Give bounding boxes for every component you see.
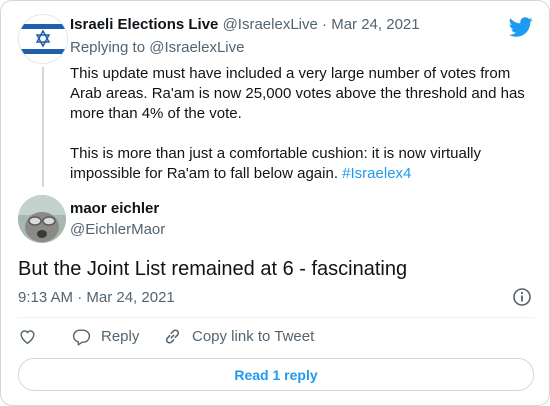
like-button[interactable] <box>18 327 37 346</box>
main-author-avatar[interactable] <box>18 195 66 243</box>
info-icon[interactable] <box>512 287 532 307</box>
parent-author-handle[interactable]: @IsraelexLive <box>223 16 318 33</box>
hashtag-link[interactable]: #Israelex4 <box>342 165 411 182</box>
actions-divider <box>18 317 534 318</box>
heart-icon <box>20 330 35 344</box>
replying-to-handle[interactable]: @IsraelexLive <box>149 39 244 56</box>
thread-connector-line <box>42 67 44 187</box>
twitter-bird-icon[interactable] <box>509 15 533 39</box>
copy-link-button[interactable]: Copy link to Tweet <box>163 327 314 346</box>
reply-button[interactable]: Reply <box>72 327 139 346</box>
parent-author-avatar[interactable] <box>18 14 68 64</box>
reply-label: Reply <box>101 328 140 345</box>
parent-tweet-date[interactable]: Mar 24, 2021 <box>331 16 419 33</box>
parent-paragraph-2-text: This is more than just a comfortable cus… <box>70 145 481 182</box>
replying-to-line: Replying to @IsraelexLive <box>70 39 245 56</box>
copy-link-label: Copy link to Tweet <box>192 328 315 345</box>
read-replies-button[interactable]: Read 1 reply <box>18 358 534 391</box>
replying-prefix: Replying to <box>70 39 150 56</box>
main-tweet-text: But the Joint List remained at 6 - fasci… <box>18 258 408 280</box>
parent-tweet-header: Israeli Elections Live @IsraelexLive · M… <box>70 16 420 33</box>
header-separator: · <box>317 16 332 33</box>
main-author-name[interactable]: maor eichler <box>70 200 159 217</box>
parent-author-name[interactable]: Israeli Elections Live <box>70 16 218 33</box>
reply-bubble-icon <box>72 329 91 346</box>
parent-paragraph-2: This is more than just a comfortable cus… <box>70 144 530 184</box>
parent-tweet-text: This update must have included a very la… <box>70 64 530 184</box>
main-tweet-timestamp[interactable]: 9:13 AM · Mar 24, 2021 <box>18 289 175 306</box>
link-icon <box>165 329 180 344</box>
main-author-handle[interactable]: @EichlerMaor <box>70 221 165 238</box>
embedded-tweet-card: Israeli Elections Live @IsraelexLive · M… <box>0 0 550 406</box>
parent-paragraph-1: This update must have included a very la… <box>70 65 525 122</box>
